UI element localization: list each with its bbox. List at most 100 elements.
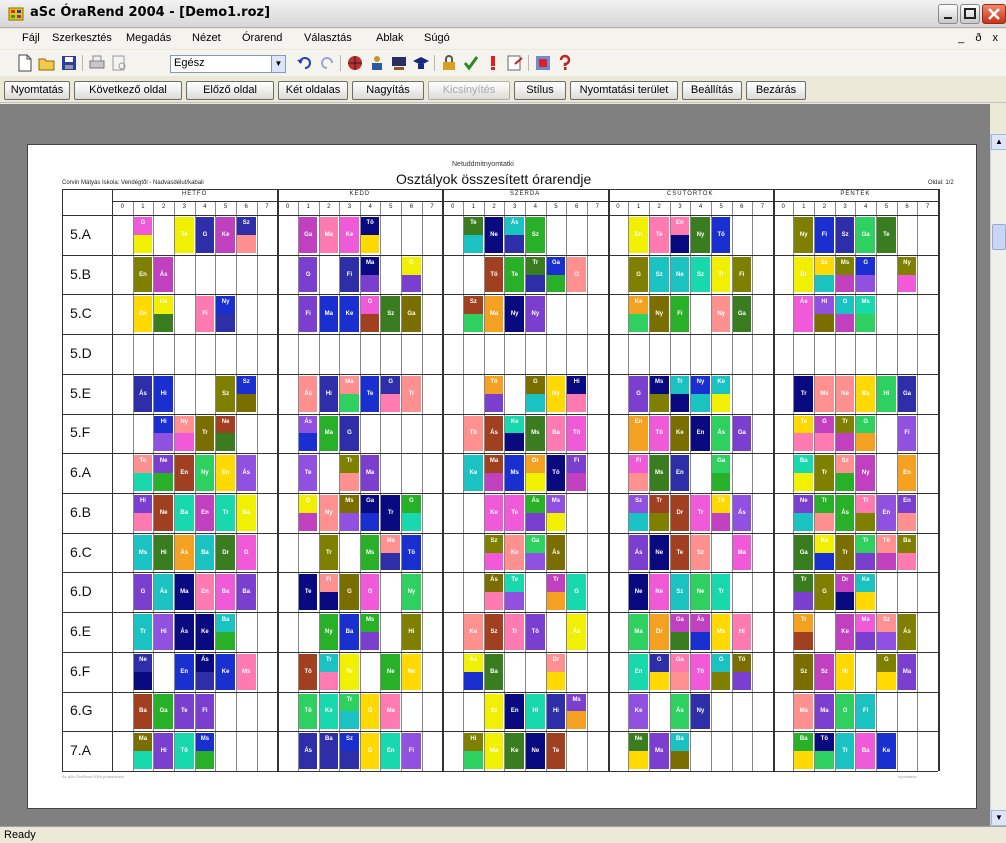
- lesson-cell[interactable]: Te: [298, 455, 318, 491]
- lesson-cell[interactable]: Ny: [649, 296, 669, 333]
- lesson-cell[interactable]: Tr: [340, 455, 359, 491]
- lesson-cell[interactable]: G: [360, 574, 380, 611]
- lesson-cell[interactable]: Ny: [216, 296, 235, 333]
- lesson-cell[interactable]: Tö: [464, 415, 483, 452]
- lesson-cell[interactable]: Ne: [670, 256, 690, 293]
- lesson-cell[interactable]: Ke: [464, 455, 483, 491]
- lesson-cell[interactable]: Ga: [711, 455, 731, 491]
- lesson-cell[interactable]: Ás: [732, 495, 752, 531]
- lesson-cell[interactable]: Tö: [877, 534, 896, 571]
- lesson-cell[interactable]: Ke: [856, 574, 876, 611]
- lesson-cell[interactable]: Tr: [856, 495, 876, 531]
- menu-view[interactable]: Nézet: [192, 32, 221, 44]
- lesson-cell[interactable]: Dr: [546, 653, 566, 690]
- lesson-cell[interactable]: Dr: [670, 495, 690, 531]
- lesson-cell[interactable]: Ke: [464, 614, 483, 650]
- lesson-cell[interactable]: Ny: [897, 256, 917, 293]
- lesson-cell[interactable]: Ga: [670, 614, 690, 650]
- lesson-cell[interactable]: Ba: [319, 733, 339, 769]
- next-page-button[interactable]: Következő oldal: [74, 81, 182, 100]
- lesson-cell[interactable]: Ás: [897, 614, 917, 650]
- lesson-cell[interactable]: Ba: [133, 693, 153, 730]
- lesson-cell[interactable]: Te: [505, 574, 524, 611]
- lesson-cell[interactable]: Ás: [484, 574, 504, 611]
- lesson-cell[interactable]: Ms: [133, 534, 153, 571]
- lesson-cell[interactable]: Te: [505, 495, 524, 531]
- lesson-cell[interactable]: Ba: [897, 534, 917, 571]
- lesson-cell[interactable]: Ke: [835, 614, 855, 650]
- lesson-cell[interactable]: Te: [133, 455, 153, 491]
- lesson-cell[interactable]: Ms: [236, 653, 256, 690]
- lesson-cell[interactable]: Ga: [402, 296, 421, 333]
- lesson-cell[interactable]: En: [174, 653, 194, 690]
- mdi-window-controls[interactable]: _ ð x: [958, 32, 1002, 44]
- lesson-cell[interactable]: Hi: [154, 733, 173, 769]
- lesson-cell[interactable]: Ne: [526, 733, 545, 769]
- print-area-button[interactable]: Nyomtatási terület: [570, 81, 678, 100]
- lesson-cell[interactable]: Tr: [670, 375, 690, 412]
- lesson-cell[interactable]: Ne: [629, 574, 648, 611]
- lesson-cell[interactable]: Ms: [340, 495, 359, 531]
- lesson-cell[interactable]: En: [629, 217, 648, 253]
- lesson-cell[interactable]: Hi: [546, 693, 566, 730]
- lesson-cell[interactable]: En: [629, 415, 648, 452]
- lesson-cell[interactable]: En: [877, 495, 896, 531]
- lesson-cell[interactable]: Ás: [711, 415, 731, 452]
- lesson-cell[interactable]: Sz: [649, 256, 669, 293]
- lesson-cell[interactable]: Ms: [649, 733, 669, 769]
- lesson-cell[interactable]: Ms: [567, 693, 586, 730]
- lesson-cell[interactable]: Te: [174, 693, 194, 730]
- minimize-button[interactable]: [938, 4, 958, 24]
- redo-icon[interactable]: [318, 54, 336, 72]
- style-button[interactable]: Stílus: [514, 81, 566, 100]
- lesson-cell[interactable]: Ne: [649, 534, 669, 571]
- lesson-cell[interactable]: Ma: [360, 455, 380, 491]
- lesson-cell[interactable]: G: [298, 495, 318, 531]
- lesson-cell[interactable]: Ms: [360, 614, 380, 650]
- lesson-cell[interactable]: Ga: [794, 534, 814, 571]
- graduate-icon[interactable]: [412, 54, 430, 72]
- lesson-cell[interactable]: Ke: [629, 693, 648, 730]
- lesson-cell[interactable]: Ms: [856, 614, 876, 650]
- lesson-cell[interactable]: Ny: [546, 375, 566, 412]
- lesson-cell[interactable]: En: [195, 495, 215, 531]
- help-icon[interactable]: [556, 54, 574, 72]
- lesson-cell[interactable]: Ne: [649, 574, 669, 611]
- lesson-cell[interactable]: Ma: [815, 693, 834, 730]
- lesson-cell[interactable]: Tr: [835, 415, 855, 452]
- lesson-cell[interactable]: G: [877, 653, 896, 690]
- lesson-cell[interactable]: Tr: [711, 256, 731, 293]
- lesson-cell[interactable]: Ke: [877, 733, 896, 769]
- lesson-cell[interactable]: Ny: [794, 217, 814, 253]
- lesson-cell[interactable]: Sz: [691, 256, 710, 293]
- lesson-cell[interactable]: Ms: [856, 296, 876, 333]
- lesson-cell[interactable]: Tr: [649, 495, 669, 531]
- lesson-cell[interactable]: Ba: [484, 653, 504, 690]
- lesson-cell[interactable]: Ne: [629, 733, 648, 769]
- lesson-cell[interactable]: Tr: [402, 375, 421, 412]
- lesson-cell[interactable]: Dr: [649, 614, 669, 650]
- lesson-cell[interactable]: En: [381, 733, 401, 769]
- lesson-cell[interactable]: G: [236, 534, 256, 571]
- lesson-cell[interactable]: G: [815, 415, 834, 452]
- lesson-cell[interactable]: Te: [546, 733, 566, 769]
- lesson-cell[interactable]: Hi: [154, 375, 173, 412]
- lesson-cell[interactable]: Ás: [154, 574, 173, 611]
- vertical-scrollbar[interactable]: ▲ ▼: [990, 134, 1006, 826]
- lesson-cell[interactable]: G: [835, 296, 855, 333]
- lesson-cell[interactable]: G: [298, 256, 318, 293]
- lesson-cell[interactable]: Ma: [897, 653, 917, 690]
- lesson-cell[interactable]: Ba: [794, 733, 814, 769]
- lesson-cell[interactable]: Ás: [629, 534, 648, 571]
- lesson-cell[interactable]: Ga: [360, 495, 380, 531]
- lesson-cell[interactable]: Tö: [649, 415, 669, 452]
- lesson-cell[interactable]: En: [195, 574, 215, 611]
- lesson-cell[interactable]: Ás: [464, 653, 483, 690]
- lesson-cell[interactable]: Ne: [691, 574, 710, 611]
- lesson-cell[interactable]: Ke: [154, 296, 173, 333]
- lesson-cell[interactable]: Ma: [484, 296, 504, 333]
- lesson-cell[interactable]: En: [133, 296, 153, 333]
- lesson-cell[interactable]: Sz: [464, 296, 483, 333]
- lock-icon[interactable]: [440, 54, 458, 72]
- lesson-cell[interactable]: Ás: [236, 455, 256, 491]
